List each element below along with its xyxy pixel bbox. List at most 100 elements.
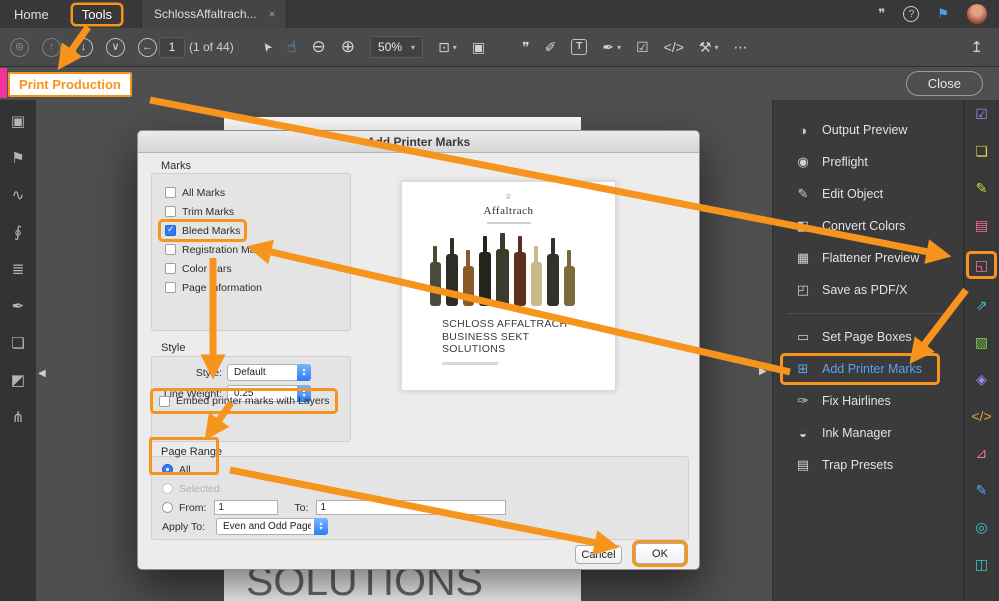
- share-icon[interactable]: ↥: [970, 38, 983, 56]
- checkbox[interactable]: [165, 263, 176, 274]
- print-production-icon[interactable]: ◱: [969, 254, 994, 276]
- marks-checkbox-row[interactable]: Trim Marks: [161, 203, 238, 220]
- print-icon[interactable]: ↑: [42, 37, 61, 57]
- tools-case-icon[interactable]: ⚒ ▾: [699, 39, 719, 56]
- caret-icon: ▾: [714, 42, 719, 52]
- measure-icon[interactable]: ⊿: [976, 445, 988, 461]
- export-pdf-icon[interactable]: ⇗: [976, 297, 988, 313]
- panel-item-label: Set Page Boxes: [822, 330, 912, 344]
- to-field[interactable]: [316, 500, 507, 515]
- page-down-icon[interactable]: ↓: [74, 37, 93, 57]
- threed-tool-icon[interactable]: ◫: [975, 556, 988, 572]
- edit-pdf-icon[interactable]: ✎: [976, 180, 988, 196]
- prepare-form-icon[interactable]: ☑: [975, 106, 988, 122]
- tags-icon[interactable]: ◩: [11, 373, 25, 389]
- panel-item-save-as-pdfx[interactable]: ◰ Save as PDF/X: [773, 274, 963, 306]
- tab-home[interactable]: Home: [14, 7, 49, 22]
- checkbox[interactable]: [159, 395, 170, 407]
- radio-row-selected[interactable]: Selected: [162, 479, 678, 498]
- checkbox[interactable]: [165, 282, 176, 293]
- comment-icon[interactable]: ❞: [522, 39, 530, 56]
- fill-sign-icon[interactable]: ✒: [12, 299, 25, 315]
- page-number-input[interactable]: [159, 36, 185, 58]
- last-page-icon[interactable]: ∨: [106, 37, 125, 57]
- icon-glyph: ⋯: [733, 38, 748, 55]
- checkbox-label: Registration Marks: [182, 243, 270, 256]
- document-tab[interactable]: SchlossAffaltrach... ×: [141, 0, 287, 28]
- marks-checkbox-row[interactable]: Page Information: [161, 279, 266, 296]
- zoom-in-icon[interactable]: ⊕: [341, 37, 355, 57]
- previous-view-icon[interactable]: ←: [138, 37, 157, 57]
- panel-item-output-preview[interactable]: ◑ Output Preview: [773, 114, 963, 146]
- notification-bell-icon[interactable]: ⚑: [937, 6, 949, 22]
- panel-item-ink-manager[interactable]: ◒ Ink Manager: [773, 417, 963, 449]
- radio-from[interactable]: [162, 502, 173, 513]
- panel-item-add-printer-marks[interactable]: ⊞ Add Printer Marks: [783, 356, 937, 382]
- checkbox[interactable]: [165, 224, 176, 236]
- panel-item-set-page-boxes[interactable]: ▭ Set Page Boxes: [773, 321, 963, 353]
- destinations-icon[interactable]: ❏: [11, 336, 24, 352]
- zoom-level-dropdown[interactable]: 50% ▾: [370, 36, 424, 58]
- panel-item-flattener-preview[interactable]: ▦ Flattener Preview: [773, 242, 963, 274]
- text-box-icon[interactable]: T: [571, 39, 588, 55]
- collapse-left-pane-icon[interactable]: ◀: [38, 368, 46, 379]
- panel-item-preflight[interactable]: ◉ Preflight: [773, 146, 963, 178]
- chat-icon[interactable]: ❞: [878, 6, 885, 22]
- checkbox[interactable]: [165, 244, 176, 255]
- avatar[interactable]: [967, 4, 987, 24]
- icon-glyph: ←: [138, 37, 157, 57]
- more-tools-icon[interactable]: ⋯: [733, 39, 747, 56]
- attachments-icon[interactable]: ∮: [14, 225, 22, 241]
- radio-row-all[interactable]: All: [162, 460, 678, 479]
- marks-checkbox-row[interactable]: Registration Marks: [161, 241, 274, 258]
- marks-checkbox-row[interactable]: Color Bars: [161, 260, 236, 277]
- bookmarks-icon[interactable]: ⚑: [11, 151, 24, 167]
- organize-pages-icon[interactable]: ▤: [975, 217, 988, 233]
- style-dropdown[interactable]: Default: [227, 364, 311, 381]
- tab-close-icon[interactable]: ×: [269, 7, 276, 21]
- cancel-button[interactable]: Cancel: [575, 545, 622, 564]
- draw-icon[interactable]: ✎: [976, 482, 988, 498]
- page-thumbnails-icon[interactable]: ▣: [11, 114, 25, 130]
- protect-icon[interactable]: ◈: [976, 371, 987, 387]
- sign-icon[interactable]: ✒ ▾: [602, 39, 621, 56]
- checkbox[interactable]: [165, 187, 176, 198]
- panel-item-trap-presets[interactable]: ▤ Trap Presets: [773, 449, 963, 481]
- radio-row-from[interactable]: From: To:: [162, 498, 678, 517]
- apply-to-dropdown[interactable]: Even and Odd Pages: [216, 518, 328, 535]
- signatures-icon[interactable]: ∿: [12, 188, 25, 204]
- hand-tool-icon[interactable]: ☝: [287, 37, 297, 57]
- ok-button[interactable]: OK: [635, 543, 685, 564]
- order-icon[interactable]: ⋔: [12, 410, 25, 426]
- marks-checkbox-row[interactable]: All Marks: [161, 184, 229, 201]
- panel-item-convert-colors[interactable]: ◧ Convert Colors: [773, 210, 963, 242]
- help-icon[interactable]: ?: [903, 6, 920, 22]
- panel-item-edit-object[interactable]: ✎ Edit Object: [773, 178, 963, 210]
- page-display-icon[interactable]: ▣: [472, 39, 485, 56]
- radio-selected[interactable]: [162, 483, 173, 494]
- layers-icon[interactable]: ≣: [12, 262, 25, 278]
- marquee-zoom-icon[interactable]: ⊡ ▾: [438, 39, 457, 56]
- radio-all-label: All: [179, 463, 191, 476]
- zoom-out-icon[interactable]: ⊖: [312, 37, 326, 57]
- marks-checkbox-row[interactable]: Bleed Marks: [161, 222, 244, 239]
- from-field[interactable]: [214, 500, 279, 515]
- close-toolset-button[interactable]: Close: [905, 71, 983, 96]
- tools-icon-strip: ☑ ❏ ✎ ▤ ◱ ⇗ ▧ ◈ </> ⊿ ✎ ◎ ◫: [963, 100, 999, 601]
- comment-tool-icon[interactable]: ❏: [975, 143, 988, 159]
- certificates-icon[interactable]: ☑: [636, 39, 649, 56]
- radio-all[interactable]: [162, 464, 173, 475]
- scan-ocr-icon[interactable]: ▧: [975, 334, 988, 350]
- checkbox[interactable]: [165, 206, 176, 217]
- rich-media-icon[interactable]: </>: [971, 408, 991, 424]
- save-icon[interactable]: ⊜: [10, 37, 29, 57]
- collapse-right-pane-icon[interactable]: ▶: [759, 366, 767, 377]
- embed-printer-marks-row[interactable]: Embed printer marks with Layers: [153, 391, 335, 411]
- select-tool-icon[interactable]: ➤: [258, 39, 275, 55]
- code-icon[interactable]: </>: [664, 39, 684, 55]
- left-nav-sidebar: ▣ ⚑ ∿ ∮ ≣ ✒ ❏ ◩ ⋔: [0, 100, 36, 601]
- panel-item-fix-hairlines[interactable]: ✑ Fix Hairlines: [773, 385, 963, 417]
- highlight-icon[interactable]: ✐: [545, 39, 557, 56]
- tab-tools[interactable]: Tools: [73, 5, 121, 24]
- compare-files-icon[interactable]: ◎: [975, 519, 987, 535]
